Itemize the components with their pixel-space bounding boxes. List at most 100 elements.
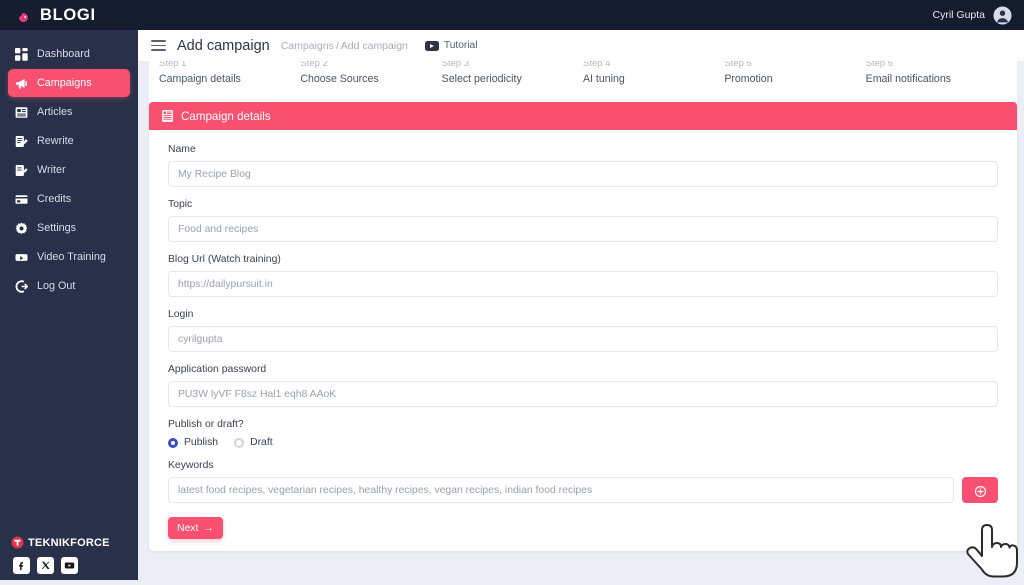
credit-card-icon bbox=[15, 193, 28, 206]
sidebar-item-log-out[interactable]: Log Out bbox=[8, 272, 130, 300]
sidebar-item-video-training[interactable]: Video Training bbox=[8, 243, 130, 271]
card-title: Campaign details bbox=[181, 109, 271, 123]
user-avatar-icon[interactable] bbox=[993, 6, 1012, 25]
plus-circle-icon bbox=[974, 485, 986, 497]
brand-logo[interactable]: BLOGI bbox=[0, 6, 96, 25]
keywords-label: Keywords bbox=[168, 460, 214, 471]
add-keyword-button[interactable] bbox=[962, 477, 998, 503]
teknikforce-badge-icon bbox=[11, 536, 24, 549]
page-header: Add campaign Campaigns / Add campaign Tuto… bbox=[138, 30, 1024, 61]
name-input[interactable] bbox=[168, 161, 998, 187]
tutorial-button[interactable]: Tutorial bbox=[424, 40, 478, 51]
step-name: Email notifications bbox=[865, 73, 952, 85]
x-twitter-icon[interactable] bbox=[37, 557, 54, 574]
step-number: Step 5 bbox=[724, 61, 752, 69]
breadcrumb-current: Add campaign bbox=[340, 39, 408, 52]
next-button-label: Next bbox=[177, 522, 199, 534]
arrow-right-icon: → bbox=[203, 522, 214, 534]
sidebar-item-writer[interactable]: Writer bbox=[8, 156, 130, 184]
top-brand-bar: BLOGI Cyril Gupta bbox=[0, 0, 1024, 30]
publish-draft-radio-group: Publish Draft bbox=[168, 437, 998, 448]
sidebar-item-label: Credits bbox=[37, 193, 72, 205]
radio-publish-dot bbox=[168, 437, 178, 448]
step-number: Step 4 bbox=[582, 61, 611, 69]
sidebar-item-campaigns[interactable]: Campaigns bbox=[8, 69, 130, 97]
card-header: Campaign details bbox=[149, 102, 1017, 130]
step-name: Choose Sources bbox=[300, 73, 379, 85]
gear-icon bbox=[15, 222, 28, 235]
application-password-label: Application password bbox=[168, 364, 267, 375]
field-publish-or-draft: Publish or draft? Publish Draft bbox=[168, 419, 998, 448]
hamburger-menu-icon[interactable] bbox=[151, 40, 166, 51]
keywords-row bbox=[168, 477, 998, 503]
sidebar: Dashboard Campaigns Articles Rewrite Wri bbox=[0, 30, 138, 580]
form-list-icon bbox=[162, 110, 173, 122]
sidebar-item-credits[interactable]: Credits bbox=[8, 185, 130, 213]
campaign-details-card: Campaign details Name Topic Blog Url (Wa… bbox=[149, 102, 1017, 551]
youtube-icon[interactable] bbox=[61, 557, 78, 574]
radio-draft[interactable]: Draft bbox=[234, 437, 273, 448]
sidebar-item-articles[interactable]: Articles bbox=[8, 98, 130, 126]
field-login: Login bbox=[168, 309, 998, 352]
topic-input[interactable] bbox=[168, 216, 998, 242]
topic-label: Topic bbox=[168, 199, 193, 210]
blog-url-input[interactable] bbox=[168, 271, 998, 297]
sidebar-item-label: Rewrite bbox=[37, 135, 74, 147]
step-number: Step 2 bbox=[300, 61, 328, 69]
brand-name: BLOGI bbox=[40, 5, 96, 24]
breadcrumb-separator: / bbox=[335, 39, 339, 52]
sidebar-item-rewrite[interactable]: Rewrite bbox=[8, 127, 130, 155]
facebook-icon[interactable] bbox=[13, 557, 30, 574]
sidebar-item-label: Writer bbox=[37, 164, 66, 176]
step-number: Step 6 bbox=[865, 61, 894, 69]
page-title: Add campaign bbox=[177, 37, 270, 54]
sidebar-item-settings[interactable]: Settings bbox=[8, 214, 130, 242]
sidebar-item-label: Video Training bbox=[37, 251, 106, 263]
blog-url-label-text: Blog Url bbox=[168, 254, 205, 265]
youtube-play-icon bbox=[424, 40, 439, 51]
blog-url-label: Blog Url (Watch training) bbox=[168, 254, 998, 265]
field-topic: Topic bbox=[168, 199, 998, 242]
teknikforce-wordmark: TEKNIKFORCE bbox=[28, 537, 110, 549]
teknikforce-logo-first: TEKNIK bbox=[28, 536, 71, 549]
sidebar-item-dashboard[interactable]: Dashboard bbox=[8, 40, 130, 68]
writer-pencil-icon bbox=[15, 164, 28, 177]
radio-draft-label: Draft bbox=[250, 437, 273, 448]
video-play-icon bbox=[15, 251, 28, 264]
blogi-b-icon bbox=[14, 6, 33, 25]
step-name: Promotion bbox=[724, 73, 773, 85]
card-body: Name Topic Blog Url (Watch training) Log… bbox=[149, 130, 1017, 503]
step-number: Step 1 bbox=[159, 61, 187, 69]
sidebar-nav: Dashboard Campaigns Articles Rewrite Wri bbox=[0, 30, 138, 300]
application-password-input[interactable] bbox=[168, 381, 998, 407]
step-name: Select periodicity bbox=[441, 73, 522, 85]
watch-training-link[interactable]: (Watch training) bbox=[208, 254, 281, 265]
sidebar-item-label: Settings bbox=[37, 222, 77, 234]
sidebar-footer: TEKNIKFORCE bbox=[0, 536, 138, 580]
sidebar-item-label: Dashboard bbox=[37, 48, 90, 60]
rewrite-pencil-icon bbox=[15, 135, 28, 148]
sidebar-item-label: Log Out bbox=[37, 280, 76, 292]
sidebar-item-label: Campaigns bbox=[37, 77, 92, 89]
publish-or-draft-label: Publish or draft? bbox=[168, 419, 244, 430]
radio-publish[interactable]: Publish bbox=[168, 437, 218, 448]
dashboard-grid-icon bbox=[15, 47, 28, 61]
name-label: Name bbox=[168, 144, 196, 155]
step-number: Step 3 bbox=[441, 61, 470, 69]
main-content: Step 1 Campaign details Step 2 Choose So… bbox=[138, 30, 1024, 580]
tutorial-label: Tutorial bbox=[443, 40, 478, 51]
step-name: Campaign details bbox=[159, 73, 241, 85]
keywords-input[interactable] bbox=[168, 477, 954, 503]
breadcrumb-parent[interactable]: Campaigns bbox=[281, 40, 334, 52]
next-button[interactable]: Next → bbox=[168, 517, 223, 539]
user-name: Cyril Gupta bbox=[932, 9, 985, 21]
top-user-area[interactable]: Cyril Gupta bbox=[932, 6, 1024, 25]
social-links bbox=[0, 557, 138, 574]
radio-draft-dot bbox=[234, 437, 245, 448]
sidebar-item-label: Articles bbox=[37, 106, 73, 118]
radio-publish-label: Publish bbox=[184, 437, 219, 448]
login-label: Login bbox=[168, 309, 194, 320]
logout-icon bbox=[15, 279, 28, 293]
login-input[interactable] bbox=[168, 326, 998, 352]
teknikforce-logo[interactable]: TEKNIKFORCE bbox=[0, 536, 138, 549]
